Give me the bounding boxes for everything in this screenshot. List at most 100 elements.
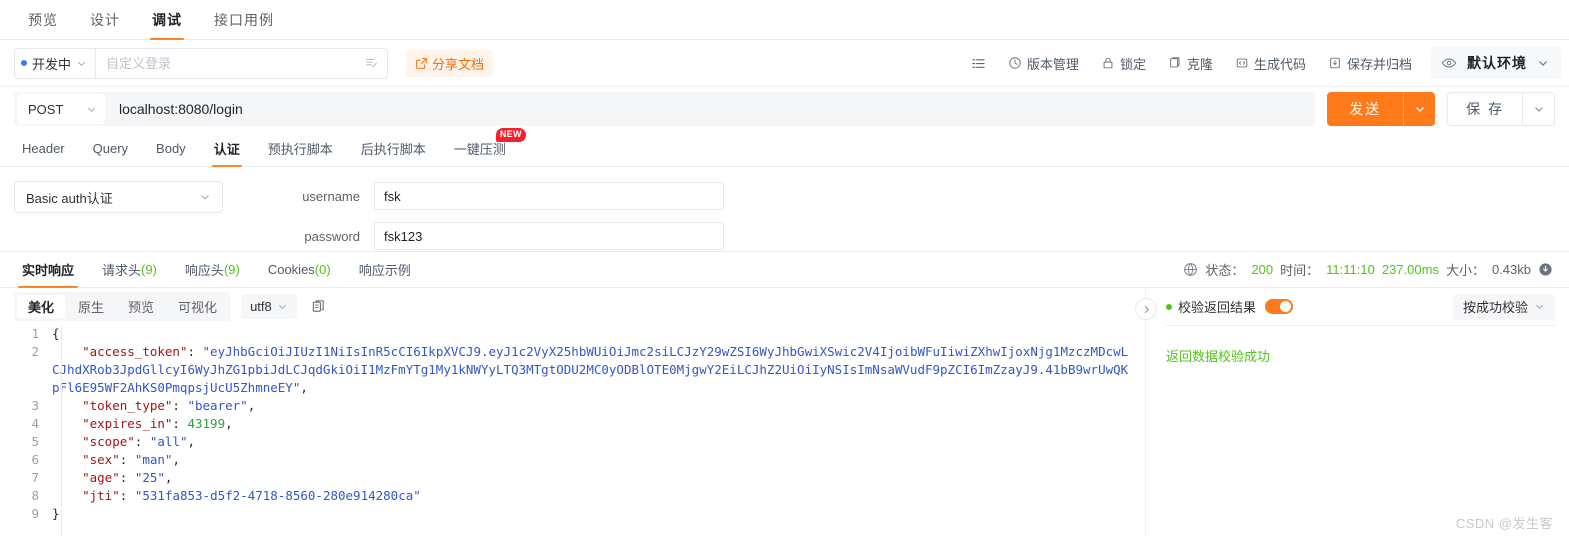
response-body-split: 美化 原生 预览 可视化 utf8 1{2 "access_token": "e…	[0, 288, 1569, 537]
json-token: "jti"	[52, 488, 120, 503]
api-debug-page: 预览 设计 调试 接口用例 开发中 自定义登录 分享文档 版本管理 锁定 克隆 …	[0, 0, 1569, 540]
share-icon	[415, 57, 428, 70]
download-icon[interactable]	[1538, 262, 1553, 277]
tab-label: Query	[92, 141, 129, 156]
encoding-select[interactable]: utf8	[241, 294, 297, 319]
save-request-button[interactable]: 保 存	[1447, 92, 1523, 126]
line-content: "token_type": "bearer",	[52, 397, 1145, 415]
primary-tab-bar: 预览 设计 调试 接口用例	[0, 0, 1569, 40]
status-code: 200	[1251, 262, 1274, 277]
line-content: "age": "25",	[52, 469, 1145, 487]
format-raw[interactable]: 原生	[67, 295, 115, 318]
json-token: :	[119, 470, 135, 485]
json-token: "expires_in"	[52, 416, 173, 431]
line-number: 6	[31, 452, 39, 467]
api-name-input[interactable]	[106, 55, 366, 71]
api-status-select[interactable]: 开发中	[14, 47, 96, 79]
format-visualize[interactable]: 可视化	[167, 295, 228, 318]
tab-label: Body	[156, 141, 186, 156]
line-content: "access_token": "eyJhbGciOiJIUzI1NiIsInR…	[52, 343, 1145, 397]
line-number: 7	[31, 470, 39, 485]
tab-label: 接口用例	[214, 11, 274, 28]
json-token: :	[172, 416, 188, 431]
password-label: password	[304, 228, 360, 244]
lock-button[interactable]: 锁定	[1090, 48, 1157, 78]
generate-code-button[interactable]: 生成代码	[1224, 48, 1317, 78]
tab-label: 调试	[152, 11, 182, 28]
req-tab-header[interactable]: Header	[8, 131, 79, 166]
resp-tab-realtime[interactable]: 实时响应	[8, 252, 88, 288]
verify-toggle[interactable]	[1265, 299, 1294, 314]
http-method-select[interactable]: POST	[17, 94, 105, 124]
clone-button[interactable]: 克隆	[1157, 48, 1224, 78]
tab-preview[interactable]: 预览	[12, 0, 74, 39]
resp-tab-request-headers[interactable]: 请求头 (9)	[88, 252, 171, 287]
resp-tab-cookies[interactable]: Cookies (0)	[254, 252, 345, 287]
tab-label: 预览	[28, 11, 58, 28]
json-token: "scope"	[52, 434, 135, 449]
tab-design[interactable]: 设计	[74, 0, 136, 39]
json-token: :	[119, 452, 135, 467]
time-label: 时间：	[1280, 263, 1320, 278]
response-right-pane: 校验返回结果 按成功校验 返回数据校验成功	[1135, 288, 1569, 537]
duration-value: 237.00ms	[1381, 262, 1439, 277]
auth-panel: Basic auth认证 username password	[0, 167, 1569, 251]
verify-mode-value: 按成功校验	[1462, 300, 1528, 315]
eye-icon[interactable]	[1441, 55, 1457, 71]
resp-tab-response-headers[interactable]: 响应头 (9)	[171, 252, 254, 287]
save-archive-button[interactable]: 保存并归档	[1317, 48, 1423, 78]
json-token: {	[52, 326, 60, 341]
save-archive-label: 保存并归档	[1346, 56, 1412, 72]
password-input[interactable]	[374, 222, 724, 250]
json-token: :	[172, 398, 188, 413]
format-beautify[interactable]: 美化	[17, 295, 66, 318]
list-view-button[interactable]	[960, 48, 997, 78]
generate-code-label: 生成代码	[1253, 56, 1306, 72]
json-token: "eyJhbGciOiJIUzI1NiIsInR5cCI6IkpXVCJ9.ey…	[52, 344, 1129, 395]
username-input[interactable]	[374, 182, 724, 210]
clone-label: 克隆	[1186, 56, 1213, 72]
verify-result-message: 返回数据校验成功	[1166, 349, 1271, 364]
version-manage-button[interactable]: 版本管理	[997, 48, 1090, 78]
line-content: "jti": "531fa853-d5f2-4718-8560-280e9142…	[52, 487, 1145, 505]
json-line: 7 "age": "25",	[0, 469, 1145, 487]
tab-count: (0)	[314, 262, 331, 277]
req-tab-stress-test[interactable]: 一键压测 NEW	[440, 128, 526, 166]
resp-tab-examples[interactable]: 响应示例	[345, 252, 425, 287]
tab-api-cases[interactable]: 接口用例	[198, 0, 290, 39]
line-number: 9	[31, 506, 39, 521]
archive-icon	[1328, 56, 1342, 70]
response-status-bar: 状态： 200 时间： 11:11:10 237.00ms 大小： 0.43kb	[1183, 252, 1569, 287]
line-content: "expires_in": 43199,	[52, 415, 1145, 433]
environment-select[interactable]: 默认环境	[1431, 47, 1561, 79]
chevron-down-icon	[1537, 57, 1549, 69]
share-doc-button[interactable]: 分享文档	[406, 49, 494, 77]
verify-mode-select[interactable]: 按成功校验	[1452, 293, 1555, 320]
req-tab-body[interactable]: Body	[142, 131, 200, 166]
save-label: 保 存	[1466, 101, 1504, 117]
request-tab-bar: Header Query Body 认证 预执行脚本 后执行脚本 一键压测 NE…	[0, 128, 1569, 167]
req-tab-query[interactable]: Query	[79, 131, 142, 166]
save-options-button[interactable]	[1523, 92, 1555, 126]
format-preview[interactable]: 预览	[117, 295, 165, 318]
auth-type-select[interactable]: Basic auth认证	[14, 181, 223, 213]
size-value: 0.43kb	[1491, 262, 1531, 277]
chevron-down-icon	[1534, 301, 1545, 312]
send-button[interactable]: 发送	[1327, 92, 1404, 126]
request-url-input[interactable]	[105, 101, 1316, 117]
send-options-button[interactable]	[1403, 92, 1436, 126]
line-content: {	[52, 325, 1145, 343]
json-token: "man"	[134, 452, 173, 467]
collapse-panel-button[interactable]	[1135, 298, 1157, 320]
json-token: ,	[247, 398, 256, 413]
req-tab-auth[interactable]: 认证	[200, 131, 254, 167]
tab-debug[interactable]: 调试	[136, 0, 198, 40]
watermark: CSDN @发生客	[1455, 516, 1553, 531]
edit-description-icon[interactable]	[365, 56, 379, 70]
response-json-viewer[interactable]: 1{2 "access_token": "eyJhbGciOiJIUzI1NiI…	[0, 325, 1145, 537]
req-tab-post-script[interactable]: 后执行脚本	[347, 131, 440, 166]
json-line: 3 "token_type": "bearer",	[0, 397, 1145, 415]
status-label: 状态：	[1205, 263, 1245, 278]
req-tab-pre-script[interactable]: 预执行脚本	[254, 131, 347, 166]
copy-response-button[interactable]	[311, 299, 326, 314]
